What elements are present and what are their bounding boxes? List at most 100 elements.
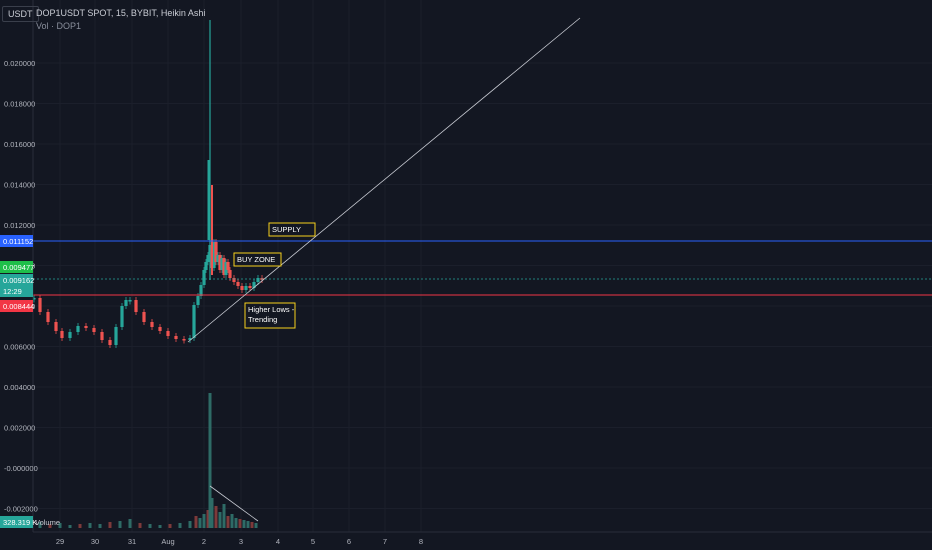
price-tick-label: -0.000000 [4, 464, 38, 473]
candle-body [134, 300, 138, 312]
time-tick-label: 5 [311, 537, 315, 546]
candle-body [114, 327, 118, 345]
candle-body [128, 300, 132, 302]
supply-annotation: SUPPLY [272, 225, 301, 234]
volume-bar [214, 506, 218, 528]
volume-bar [218, 512, 222, 528]
high-price-tag: 0.009477 [3, 263, 34, 272]
last-price-tag: 0.009162 [3, 276, 34, 285]
volume-bar [242, 520, 246, 528]
trend-line-up [187, 17, 581, 343]
candle-body [166, 331, 170, 336]
volume-bar [168, 524, 172, 528]
time-tick-label: 4 [276, 537, 280, 546]
candle-body [92, 328, 96, 332]
price-tick-label: 0.018000 [4, 100, 35, 109]
candle-body [236, 282, 240, 286]
price-tick-label: 0.020000 [4, 59, 35, 68]
candle-body [46, 312, 50, 322]
candle-body [142, 312, 146, 322]
symbol-title[interactable]: DOP1USDT SPOT, 15, BYBIT, Heikin Ashi [36, 8, 205, 18]
volume-bar [68, 525, 72, 528]
candle-body [60, 331, 64, 338]
candle-body [150, 322, 154, 327]
volume-bars-group [38, 393, 258, 528]
volume-value-tag: 328.319 K [3, 518, 37, 527]
time-tick-label: 8 [419, 537, 423, 546]
volume-bar [226, 516, 230, 528]
volume-bar [202, 514, 206, 528]
price-tick-label: -0.002000 [4, 505, 38, 514]
candle-body [158, 327, 162, 331]
candle-body [54, 322, 58, 331]
price-chart[interactable]: 0.020000 0.018000 0.016000 0.014000 0.012000… [0, 0, 932, 550]
candle-body [76, 326, 80, 332]
time-tick-label: 2 [202, 537, 206, 546]
higher-lows-annotation: Trending [248, 315, 277, 324]
volume-bar [98, 524, 102, 528]
volume-bar [78, 524, 82, 528]
chart-window[interactable]: 0.020000 0.018000 0.016000 0.014000 0.012000… [0, 0, 932, 550]
volume-bar [210, 498, 214, 528]
volume-bar [188, 521, 192, 528]
candle-body [202, 270, 206, 285]
volume-bar [250, 522, 254, 528]
candle-body [226, 262, 230, 270]
volume-bar [88, 523, 92, 528]
candle-body [120, 306, 124, 327]
volume-bar [178, 523, 182, 528]
higher-lows-annotation: Higher Lows - [248, 305, 295, 314]
volume-legend[interactable]: Vol · DOP1 [36, 21, 81, 31]
countdown-tag: 12:29 [3, 287, 22, 296]
time-tick-label: 7 [383, 537, 387, 546]
candle-body [108, 340, 112, 345]
candle-body [124, 300, 128, 306]
volume-bar [138, 523, 142, 528]
candle-body [192, 305, 196, 338]
candle-body [228, 270, 232, 278]
currency-badge[interactable]: USDT [2, 6, 39, 22]
time-axis-group: 29 30 31 Aug 2 3 4 5 6 7 8 [33, 531, 932, 546]
candle-body [68, 332, 72, 338]
time-tick-label: 30 [91, 537, 99, 546]
volume-bar [238, 519, 242, 528]
volume-label: Volume [35, 518, 60, 527]
candle-body [199, 285, 203, 296]
volume-bar [254, 523, 258, 528]
annotations-group: SUPPLY BUY ZONE Higher Lows -Trending [233, 222, 316, 329]
time-tick-label: 3 [239, 537, 243, 546]
candle-body [100, 332, 104, 340]
price-tick-label: 0.002000 [4, 424, 35, 433]
candle-body [240, 286, 244, 290]
price-tick-label: 0.016000 [4, 140, 35, 149]
candle-body [84, 326, 88, 328]
volume-bar [234, 518, 238, 528]
chart-grid [33, 0, 932, 532]
candle-body [174, 336, 178, 339]
volume-bar [108, 522, 112, 528]
volume-bar [148, 524, 152, 528]
volume-bar [198, 518, 202, 528]
volume-bar [222, 504, 226, 528]
price-tick-label: 0.004000 [4, 383, 35, 392]
volume-bar [246, 521, 250, 528]
support-price-tag: 0.008444 [3, 302, 34, 311]
time-tick-label: Aug [161, 537, 174, 546]
price-tick-label: 0.014000 [4, 181, 35, 190]
candle-body [38, 298, 42, 312]
candle-body [206, 255, 210, 262]
candle-body [244, 286, 248, 290]
supply-price-tag: 0.011152 [3, 237, 33, 246]
volume-bar [158, 525, 162, 528]
candle-body [196, 296, 200, 305]
volume-bar [118, 521, 122, 528]
candle-body [182, 339, 186, 341]
price-tick-label: 0.012000 [4, 221, 35, 230]
volume-bar [194, 516, 198, 528]
buy-zone-annotation: BUY ZONE [237, 255, 275, 264]
time-tick-label: 29 [56, 537, 64, 546]
time-tick-label: 31 [128, 537, 136, 546]
volume-bar [230, 514, 234, 528]
candle-body [204, 262, 208, 270]
time-tick-label: 6 [347, 537, 351, 546]
